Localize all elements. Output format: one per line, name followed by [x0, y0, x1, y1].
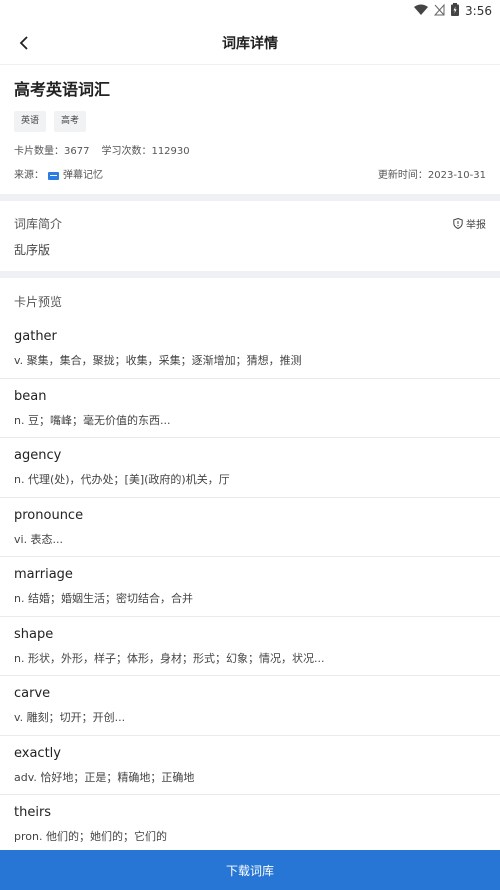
deck-intro: 词库简介 举报 乱序版	[0, 201, 500, 271]
deck-title: 高考英语词汇	[14, 80, 111, 99]
intro-header: 词库简介 举报	[14, 214, 486, 232]
card-item[interactable]: bean n. 豆；嘴峰；毫无价值的东西...	[0, 379, 500, 438]
card-item[interactable]: gather v. 聚集，集合，聚拢；收集，采集；逐渐增加；猜想，推测	[0, 319, 500, 379]
report-button[interactable]: 举报	[453, 216, 486, 231]
card-item[interactable]: shape n. 形状，外形，样子；体形，身材；形式；幻象；情况，状况...	[0, 617, 500, 676]
tag-gaokao[interactable]: 高考	[54, 111, 87, 132]
card-word: carve	[14, 686, 51, 701]
deck-info: 高考英语词汇 英语 高考 卡片数量：3677 学习次数：112930 来源： 弹…	[0, 65, 500, 194]
section-divider	[0, 271, 500, 278]
study-count: 学习次数：112930	[101, 146, 190, 157]
card-meaning: n. 代理(处)，代办处；[美](政府的)机关，厅	[14, 473, 230, 486]
card-item[interactable]: carve v. 雕刻；切开；开创...	[0, 676, 500, 736]
battery-icon	[451, 3, 460, 19]
intro-heading: 词库简介	[14, 216, 63, 231]
card-count: 卡片数量：3677	[14, 146, 90, 157]
app-bar: 词库详情	[0, 22, 500, 65]
report-label: 举报	[466, 219, 486, 231]
wifi-icon	[414, 4, 429, 18]
card-meaning: n. 结婚；婚姻生活；密切结合，合并	[14, 592, 193, 605]
card-word: marriage	[14, 567, 73, 582]
card-item[interactable]: agency n. 代理(处)，代办处；[美](政府的)机关，厅	[0, 438, 500, 498]
tag-english[interactable]: 英语	[14, 111, 47, 132]
source-name[interactable]: 弹幕记忆	[63, 168, 103, 184]
back-button[interactable]	[12, 31, 36, 55]
card-item[interactable]: pronounce vi. 表态...	[0, 498, 500, 557]
card-meaning: v. 雕刻；切开；开创...	[14, 711, 126, 724]
card-word: shape	[14, 626, 54, 642]
card-meaning: n. 形状，外形，样子；体形，身材；形式；幻象；情况，状况...	[14, 651, 325, 665]
preview-heading: 卡片预览	[14, 295, 63, 309]
source-row: 来源： 弹幕记忆 更新时间：2023-10-31	[14, 168, 486, 184]
card-word: bean	[14, 388, 47, 404]
danmaku-icon	[48, 172, 59, 180]
card-word: theirs	[14, 805, 52, 820]
chevron-left-icon	[19, 36, 28, 50]
status-time: 3:56	[465, 4, 492, 18]
card-meaning: n. 豆；嘴峰；毫无价值的东西...	[14, 413, 171, 427]
no-signal-icon	[433, 3, 445, 19]
card-meaning: vi. 表态...	[14, 532, 64, 546]
card-item[interactable]: marriage n. 结婚；婚姻生活；密切结合，合并	[0, 557, 500, 617]
source: 来源： 弹幕记忆	[14, 168, 103, 184]
card-meaning: pron. 他们的；她们的；它们的	[14, 830, 167, 843]
intro-body: 乱序版	[14, 243, 51, 257]
deck-stats: 卡片数量：3677 学习次数：112930	[14, 144, 486, 160]
card-word: exactly	[14, 745, 61, 761]
status-bar: 3:56	[0, 0, 500, 22]
card-meaning: v. 聚集，集合，聚拢；收集，采集；逐渐增加；猜想，推测	[14, 354, 302, 367]
download-button[interactable]: 下载词库	[0, 850, 500, 890]
updated-time: 更新时间：2023-10-31	[377, 170, 486, 181]
card-word: pronounce	[14, 507, 84, 523]
card-item[interactable]: exactly adv. 恰好地；正是；精确地；正确地	[0, 736, 500, 795]
tag-list: 英语 高考	[14, 111, 486, 132]
card-item[interactable]: theirs pron. 他们的；她们的；它们的	[0, 795, 500, 855]
shield-alert-icon	[453, 217, 463, 229]
card-word: agency	[14, 448, 62, 463]
card-word: gather	[14, 329, 57, 344]
card-meaning: adv. 恰好地；正是；精确地；正确地	[14, 770, 195, 784]
page-title: 词库详情	[222, 36, 278, 52]
card-list: gather v. 聚集，集合，聚拢；收集，采集；逐渐增加；猜想，推测 bean…	[0, 319, 500, 855]
source-label: 来源：	[14, 170, 44, 181]
section-divider	[0, 194, 500, 201]
